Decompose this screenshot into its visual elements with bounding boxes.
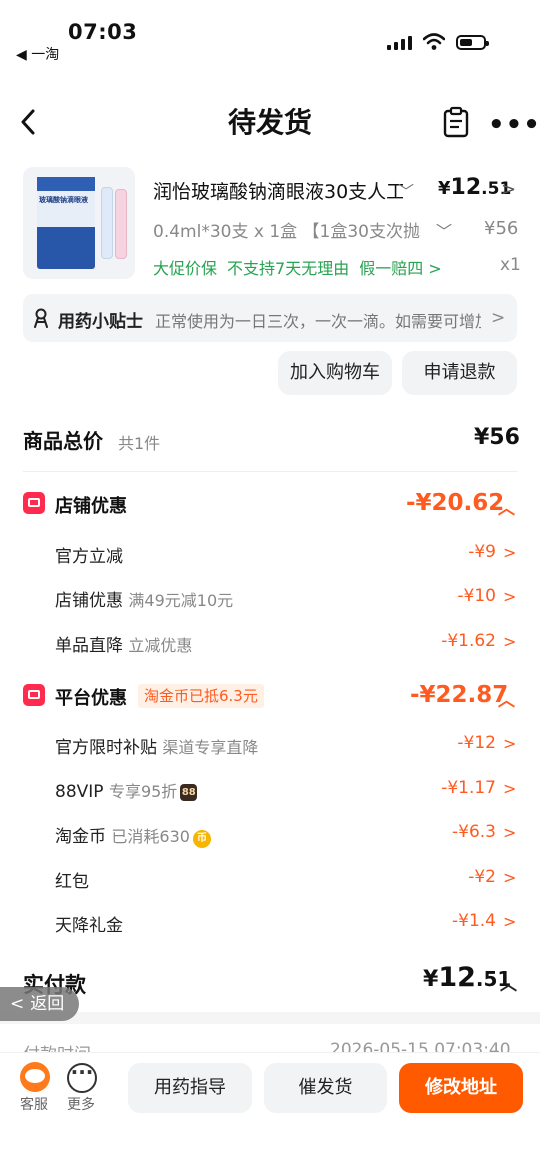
cellular-signal-icon [387,36,413,50]
chevron-right-icon[interactable]: > [503,734,516,753]
platform-icon [23,684,45,706]
discount-item-label: 店铺优惠 满49元减10元 [55,586,233,611]
medication-guide-button[interactable]: 用药指导 [128,1063,252,1113]
badge-fake-compensation[interactable]: 假一赔四 > [359,259,442,278]
discount-item-amount: -¥1.4 [452,911,496,931]
chevron-right-icon[interactable]: > [503,868,516,887]
discount-item-label: 官方立减 [55,547,123,567]
shop-discount-amount: -¥20.62 [406,490,505,516]
chevron-down-icon[interactable]: ﹀ [436,218,452,242]
gold-coin-icon: 币 [192,830,211,848]
vip-88-badge-icon: 88 [180,784,198,801]
discount-item-name: 店铺优惠 [55,591,123,611]
paid-amount: ¥12.51 [423,962,511,993]
discount-item-label: 88VIP 专享95折 88 [55,778,198,802]
chevron-right-icon[interactable]: > [503,823,516,842]
tip-title: 用药小贴士 [58,312,143,332]
return-button[interactable]: < 返回 [0,987,79,1021]
request-refund-button[interactable]: 申请退款 [402,351,517,395]
original-price: ¥56 [484,218,519,239]
discount-item-label: 淘金币 已消耗630 币 [55,822,211,848]
discount-item-label: 官方限时补贴 渠道专享直降 [55,733,258,758]
total-item-count: 共1件 [118,434,161,453]
chevron-up-icon[interactable]: ︿ [498,686,515,711]
add-to-cart-button[interactable]: 加入购物车 [278,351,392,395]
more-options-icon[interactable]: ••• [488,110,540,140]
product-name[interactable]: 润怡玻璃酸钠滴眼液30支人工泪液 [153,177,403,204]
clipboard-icon[interactable] [443,106,469,138]
chevron-right-icon[interactable]: > [501,179,516,200]
discount-item-amount: -¥6.3 [452,822,496,842]
pill-person-icon [34,308,48,328]
chevron-up-icon[interactable]: ︿ [500,970,517,995]
discount-item-name: 淘金币 [55,827,106,847]
discount-item-name: 官方限时补贴 [55,738,157,758]
chevron-right-icon[interactable]: > [503,779,516,798]
battery-icon [456,35,489,50]
discount-item-name: 88VIP [55,782,104,802]
chevron-right-icon[interactable]: > [503,632,516,651]
shop-icon [23,492,45,514]
customer-service-label[interactable]: 客服 [20,1094,48,1114]
chevron-right-icon[interactable]: > [491,308,505,328]
chevron-right-icon[interactable]: > [503,587,516,606]
discount-item-amount: -¥10 [457,586,496,606]
paid-currency: ¥ [423,967,439,992]
price-integer: 12 [450,175,482,200]
divider [23,471,517,472]
discount-item-name: 单品直降 [55,636,123,656]
platform-discount-title: 平台优惠 [55,688,127,709]
discount-item-amount: -¥1.62 [441,631,496,651]
change-address-button[interactable]: 修改地址 [399,1063,523,1113]
customer-service-icon[interactable] [20,1062,50,1092]
product-quantity: x1 [500,255,521,275]
section-divider [0,1012,540,1024]
discount-item-note: 已消耗630 [111,827,190,846]
discount-item-note: 专享95折 [108,782,178,801]
badge-no-return: 不支持7天无理由 [227,259,350,278]
discount-item-label: 红包 [55,872,89,892]
chevron-up-icon[interactable]: ︿ [498,494,515,519]
wifi-icon [423,33,445,50]
chevron-down-icon[interactable]: ﹀ [398,178,414,202]
urge-shipping-button[interactable]: 催发货 [264,1063,387,1113]
discount-item-amount: -¥9 [468,542,496,562]
more-icon[interactable]: ··· [67,1062,97,1093]
platform-discount-amount: -¥22.87 [410,682,509,708]
discount-item-label: 天降礼金 [55,916,123,936]
coin-deduction-tag: 淘金币已抵6.3元 [138,684,264,708]
paid-integer: 12 [438,962,476,993]
chevron-left-icon: < [10,994,25,1014]
discount-item-note: 渠道专享直降 [162,738,259,757]
chevron-right-icon[interactable]: > [503,543,516,562]
more-label[interactable]: 更多 [67,1094,95,1114]
service-badges: 大促价保 不支持7天无理由 假一赔四 > [153,255,452,279]
back-to-app-link[interactable]: ◀ 一淘 [16,44,59,64]
discount-item-amount: -¥12 [457,733,496,753]
discount-item-amount: -¥1.17 [441,778,496,798]
discount-item-note: 立减优惠 [128,636,193,655]
return-label: 返回 [30,994,65,1014]
tip-text: 正常使用为一日三次，一次一滴。如需要可增加次数 [155,312,481,331]
status-time: 07:03 [68,20,138,44]
chevron-right-icon[interactable]: > [503,912,516,931]
price-currency: ¥ [438,178,451,199]
shop-discount-title: 店铺优惠 [55,496,127,517]
product-thumbnail[interactable]: 玻璃酸钠滴眼液 [23,167,135,279]
discount-item-note: 满49元减10元 [128,591,234,610]
badge-price-protect: 大促价保 [153,259,218,278]
total-price-amount: ¥56 [474,425,520,450]
discount-item-label: 单品直降 立减优惠 [55,631,192,656]
thumbnail-label: 玻璃酸钠滴眼液 [39,196,88,204]
total-price-title: 商品总价 [23,429,103,453]
product-spec[interactable]: 0.4ml*30支 x 1盒 【1盒30支次抛装】 [153,217,421,242]
discount-item-amount: -¥2 [468,867,496,887]
